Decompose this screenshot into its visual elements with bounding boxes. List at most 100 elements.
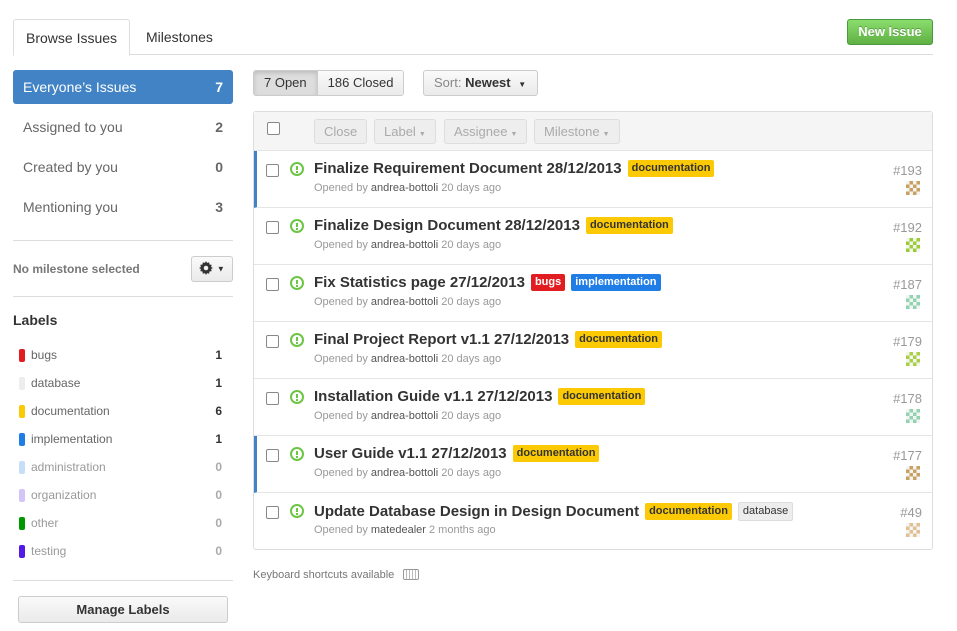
labels-heading: Labels [13, 312, 58, 328]
issue-label-tag[interactable]: documentation [575, 331, 662, 348]
avatar[interactable] [906, 181, 920, 195]
issue-number[interactable]: #187 [893, 277, 922, 292]
issue-label-tag[interactable]: bugs [530, 274, 566, 291]
sort-value: Newest [465, 75, 511, 90]
issue-title[interactable]: User Guide v1.1 27/12/2013 [314, 445, 507, 462]
assignee-dropdown[interactable]: Assignee ▼ [444, 119, 528, 144]
chevron-down-icon: ▼ [216, 264, 225, 274]
issue-label-tag[interactable]: documentation [585, 217, 673, 234]
tab-milestones[interactable]: Milestones [134, 19, 225, 55]
issue-title-line: Finalize Requirement Document 28/12/2013… [314, 160, 715, 177]
issue-time: 20 days ago [441, 467, 502, 479]
issue-label-tag[interactable]: documentation [558, 388, 646, 405]
issue-label-tag[interactable]: implementation [571, 274, 661, 291]
issue-author[interactable]: andrea-bottoli [371, 182, 438, 194]
avatar[interactable] [906, 466, 920, 480]
issue-number[interactable]: #193 [893, 163, 922, 178]
issue-meta: Opened by andrea-bottoli 20 days ago [314, 182, 501, 194]
issue-author[interactable]: andrea-bottoli [371, 467, 438, 479]
label-dropdown[interactable]: Label ▼ [374, 119, 436, 144]
filter-assigned-to-you[interactable]: Assigned to you 2 [13, 110, 233, 144]
filter-count: 0 [215, 159, 223, 175]
avatar[interactable] [906, 523, 920, 537]
label-filter-other[interactable]: other 0 [19, 513, 224, 533]
milestone-dropdown[interactable]: Milestone ▼ [534, 119, 620, 144]
label-color-swatch [19, 545, 25, 558]
issue-number[interactable]: #192 [893, 220, 922, 235]
issue-opened-icon [290, 504, 304, 518]
close-button[interactable]: Close [314, 119, 368, 144]
issue-checkbox[interactable] [266, 335, 279, 348]
issue-row[interactable]: User Guide v1.1 27/12/2013 documentation O… [254, 436, 932, 493]
label-filter-administration[interactable]: administration 0 [19, 457, 224, 477]
avatar[interactable] [906, 295, 920, 309]
opened-by-text: Opened by [314, 410, 368, 422]
manage-labels-button[interactable]: Manage Labels [18, 596, 228, 623]
new-issue-button[interactable]: New Issue [847, 19, 933, 45]
issue-title-line: Final Project Report v1.1 27/12/2013 docu… [314, 331, 662, 348]
issue-title[interactable]: Final Project Report v1.1 27/12/2013 [314, 331, 569, 348]
issue-number[interactable]: #49 [900, 505, 922, 520]
label-count: 1 [215, 348, 222, 362]
issue-checkbox[interactable] [266, 506, 279, 519]
label-filter-documentation[interactable]: documentation 6 [19, 401, 224, 421]
filter-mentioning-you[interactable]: Mentioning you 3 [13, 190, 233, 224]
tab-browse-issues[interactable]: Browse Issues [13, 19, 131, 56]
issue-author[interactable]: matedealer [371, 524, 426, 536]
avatar[interactable] [906, 352, 920, 366]
issue-row[interactable]: Fix Statistics page 27/12/2013 bugs implem… [254, 265, 932, 322]
label-count: 1 [215, 432, 222, 446]
label-filter-organization[interactable]: organization 0 [19, 485, 224, 505]
issue-number[interactable]: #178 [893, 391, 922, 406]
filter-everyones-issues[interactable]: Everyone’s Issues 7 [13, 70, 233, 104]
close-button-label: Close [324, 124, 358, 139]
open-issues-button[interactable]: 7 Open [254, 71, 317, 95]
keyboard-shortcuts-hint[interactable]: Keyboard shortcuts available [253, 569, 420, 581]
opened-by-text: Opened by [314, 467, 368, 479]
issue-checkbox[interactable] [266, 164, 279, 177]
label-color-swatch [19, 377, 25, 390]
label-filter-testing[interactable]: testing 0 [19, 541, 224, 561]
issue-label-tag[interactable]: documentation [627, 160, 715, 177]
issue-author[interactable]: andrea-bottoli [371, 353, 438, 365]
milestone-settings-button[interactable]: ▼ [191, 256, 233, 282]
label-filter-database[interactable]: database 1 [19, 373, 224, 393]
issue-number[interactable]: #177 [893, 448, 922, 463]
issue-checkbox[interactable] [266, 221, 279, 234]
issue-row[interactable]: Update Database Design in Design Documen… [254, 493, 932, 550]
issue-opened-icon [290, 276, 304, 290]
closed-issues-button[interactable]: 186 Closed [316, 71, 404, 95]
issue-row[interactable]: Finalize Requirement Document 28/12/2013… [254, 151, 932, 208]
filter-created-by-you[interactable]: Created by you 0 [13, 150, 233, 184]
issue-checkbox[interactable] [266, 449, 279, 462]
issue-label-tag[interactable]: database [737, 502, 794, 521]
issue-time: 20 days ago [441, 353, 502, 365]
select-all-checkbox[interactable] [267, 122, 280, 135]
issue-row[interactable]: Finalize Design Document 28/12/2013 docum… [254, 208, 932, 265]
issue-title[interactable]: Installation Guide v1.1 27/12/2013 [314, 388, 552, 405]
issue-row[interactable]: Installation Guide v1.1 27/12/2013 docume… [254, 379, 932, 436]
issue-checkbox[interactable] [266, 278, 279, 291]
opened-by-text: Opened by [314, 296, 368, 308]
issue-title[interactable]: Finalize Design Document 28/12/2013 [314, 217, 580, 234]
avatar[interactable] [906, 409, 920, 423]
label-color-swatch [19, 349, 25, 362]
issue-label-tag[interactable]: documentation [512, 445, 600, 462]
filter-count: 7 [215, 79, 223, 95]
label-filter-implementation[interactable]: implementation 1 [19, 429, 224, 449]
label-color-swatch [19, 461, 25, 474]
label-filter-bugs[interactable]: bugs 1 [19, 345, 224, 365]
sort-dropdown[interactable]: Sort: Newest ▼ [423, 70, 538, 96]
issue-title[interactable]: Fix Statistics page 27/12/2013 [314, 274, 525, 291]
issue-label-tag[interactable]: documentation [645, 503, 732, 520]
issue-author[interactable]: andrea-bottoli [371, 296, 438, 308]
issue-author[interactable]: andrea-bottoli [371, 239, 438, 251]
issue-title[interactable]: Update Database Design in Design Documen… [314, 503, 639, 520]
issue-row[interactable]: Final Project Report v1.1 27/12/2013 docu… [254, 322, 932, 379]
issue-author[interactable]: andrea-bottoli [371, 410, 438, 422]
issue-title[interactable]: Finalize Requirement Document 28/12/2013 [314, 160, 622, 177]
issue-checkbox[interactable] [266, 392, 279, 405]
issue-opened-icon [290, 390, 304, 404]
issue-number[interactable]: #179 [893, 334, 922, 349]
avatar[interactable] [906, 238, 920, 252]
